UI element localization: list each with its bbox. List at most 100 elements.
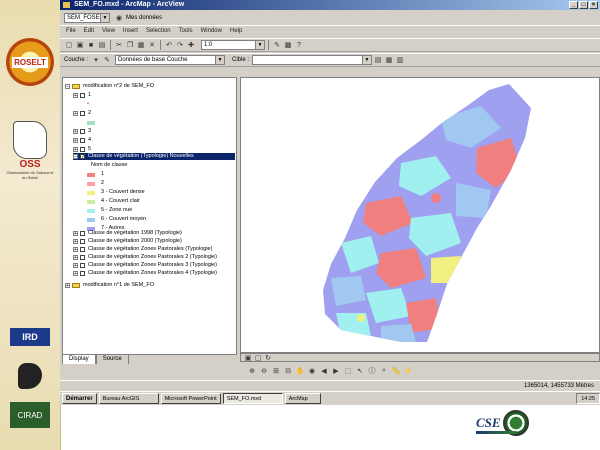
layer-row[interactable]: + Classe de végétation 2000 (Typologie) — [73, 238, 182, 245]
add-data-icon[interactable]: ✚ — [186, 40, 196, 50]
cut-icon[interactable]: ✂ — [114, 40, 124, 50]
chevron-down-icon[interactable]: ▼ — [255, 41, 264, 49]
menu-view[interactable]: View — [102, 26, 115, 37]
layer-row[interactable]: +2 — [73, 110, 91, 117]
start-button[interactable]: Démarrer — [62, 393, 97, 404]
new-icon[interactable]: ▢ — [64, 40, 74, 50]
chevron-down-icon[interactable]: ▼ — [362, 56, 372, 64]
expand-icon[interactable]: + — [65, 283, 70, 289]
target-combo[interactable]: ▼ — [252, 55, 373, 65]
layout-view-icon[interactable]: ▢ — [253, 353, 263, 363]
pencil-icon[interactable]: ✎ — [102, 55, 112, 65]
back-icon[interactable]: ◀ — [319, 366, 329, 376]
chevron-down-icon[interactable]: ▾ — [91, 55, 101, 65]
measure-icon[interactable]: 📏 — [391, 366, 401, 376]
redo-icon[interactable]: ↷ — [175, 40, 185, 50]
expand-icon[interactable]: + — [73, 271, 78, 277]
layer-row[interactable]: +3 — [73, 128, 91, 135]
fixed-zoom-out-icon[interactable]: ⊟ — [283, 366, 293, 376]
layer-checkbox[interactable] — [80, 147, 85, 152]
minimize-button[interactable]: _ — [569, 1, 578, 9]
refresh-icon[interactable]: ↻ — [263, 353, 273, 363]
expand-icon[interactable]: + — [73, 255, 78, 261]
layer-checkbox[interactable] — [80, 93, 85, 98]
attributes-icon[interactable]: ▤ — [373, 55, 383, 65]
menu-tools[interactable]: Tools — [179, 26, 193, 37]
layer-row[interactable]: + Classe de végétation Zones Pastorales 3… — [73, 262, 217, 269]
hyperlink-icon[interactable]: ⚡ — [403, 366, 413, 376]
undo-icon[interactable]: ↶ — [164, 40, 174, 50]
pan-icon[interactable]: ✋ — [295, 366, 305, 376]
print-icon[interactable]: ▤ — [97, 40, 107, 50]
full-extent-icon[interactable]: ◉ — [307, 366, 317, 376]
save-icon[interactable]: ■ — [86, 40, 96, 50]
menu-window[interactable]: Window — [201, 26, 222, 37]
arctoolbox-icon[interactable]: ▩ — [283, 40, 293, 50]
system-tray-clock[interactable]: 14:25 — [576, 393, 600, 404]
copy-icon[interactable]: ❐ — [125, 40, 135, 50]
editor-icon[interactable]: ✎ — [272, 40, 282, 50]
layer-checkbox-checked[interactable]: ✓ — [80, 154, 85, 160]
select-elements-icon[interactable]: ↖ — [355, 366, 365, 376]
menu-file[interactable]: File — [66, 26, 76, 37]
menu-edit[interactable]: Edit — [84, 26, 94, 37]
expand-icon[interactable]: + — [73, 147, 78, 153]
menu-selection[interactable]: Selection — [146, 26, 171, 37]
menu-help[interactable]: Help — [230, 26, 242, 37]
my-data-label[interactable]: Mes données — [126, 13, 162, 23]
layer-checkbox[interactable] — [80, 129, 85, 134]
layer-checkbox[interactable] — [80, 239, 85, 244]
layer-row[interactable]: + Classe de végétation Zones Pastorales (… — [73, 246, 212, 253]
open-icon[interactable]: ▣ — [75, 40, 85, 50]
expand-icon[interactable]: + — [73, 263, 78, 269]
close-button[interactable]: × — [589, 1, 598, 9]
expand-icon[interactable]: + — [73, 93, 78, 99]
expand-icon[interactable]: + — [73, 138, 78, 144]
dataframe-row[interactable]: + modification n°1 de SEM_FO — [65, 282, 154, 289]
task-button[interactable]: Microsoft PowerPoint — [160, 393, 221, 404]
catalog-combo[interactable]: SEM_FOSELT ▼ — [64, 13, 110, 23]
vegetation-map[interactable] — [241, 78, 599, 352]
find-icon[interactable]: ⌕ — [379, 366, 389, 376]
zoom-in-icon[interactable]: ⊕ — [247, 366, 257, 376]
layer-row[interactable]: + Classe de végétation 1998 (Typologie) — [73, 230, 182, 237]
expand-icon[interactable]: + — [73, 231, 78, 237]
layer-checkbox[interactable] — [80, 111, 85, 116]
task-button[interactable]: Bureau ArcGIS — [98, 393, 159, 404]
selected-layer-row[interactable]: − ✓ Classe de végétation (Typologie) Nouve… — [73, 153, 235, 160]
identify-icon[interactable]: ⓘ — [367, 366, 377, 376]
task-button[interactable]: ArcMap — [284, 393, 321, 404]
layer-checkbox[interactable] — [80, 263, 85, 268]
layer-row[interactable]: +1 — [73, 92, 91, 99]
select-features-icon[interactable]: ⬚ — [343, 366, 353, 376]
layer-checkbox[interactable] — [80, 138, 85, 143]
layer-checkbox[interactable] — [80, 271, 85, 276]
fixed-zoom-in-icon[interactable]: ⊞ — [271, 366, 281, 376]
layer-row[interactable]: + Classe de végétation Zones Pastorales 2… — [73, 254, 217, 261]
chevron-down-icon[interactable]: ▼ — [215, 56, 225, 64]
layer-checkbox[interactable] — [80, 231, 85, 236]
paste-icon[interactable]: ▦ — [136, 40, 146, 50]
sketch-icon[interactable]: ▦ — [384, 55, 394, 65]
globe-icon[interactable]: ◉ — [114, 13, 124, 23]
layer-checkbox[interactable] — [80, 255, 85, 260]
collapse-icon[interactable]: − — [73, 154, 78, 160]
layer-row[interactable]: +4 — [73, 137, 91, 144]
zoom-out-icon[interactable]: ⊖ — [259, 366, 269, 376]
task-button-active[interactable]: SEM_FO.mxd — [222, 393, 283, 404]
expand-icon[interactable]: + — [73, 111, 78, 117]
map-scrollbar[interactable]: ▣ ▢ ↻ — [240, 353, 600, 362]
chevron-down-icon[interactable]: ▼ — [100, 14, 109, 22]
scale-combo[interactable]: 1:0 ▼ — [201, 40, 265, 50]
menu-insert[interactable]: Insert — [123, 26, 138, 37]
expand-icon[interactable]: + — [73, 239, 78, 245]
data-view-icon[interactable]: ▣ — [243, 353, 253, 363]
layer-row[interactable]: + Classe de végétation Zones Pastorales 4… — [73, 270, 217, 277]
layer-row[interactable]: +5 — [73, 146, 91, 153]
table-icon[interactable]: ▥ — [395, 55, 405, 65]
maximize-button[interactable]: □ — [579, 1, 588, 9]
map-display[interactable] — [240, 77, 600, 353]
dataframe-row[interactable]: − modification n°2 de SEM_FO — [65, 83, 154, 90]
layer-checkbox[interactable] — [80, 247, 85, 252]
expand-icon[interactable]: + — [73, 129, 78, 135]
